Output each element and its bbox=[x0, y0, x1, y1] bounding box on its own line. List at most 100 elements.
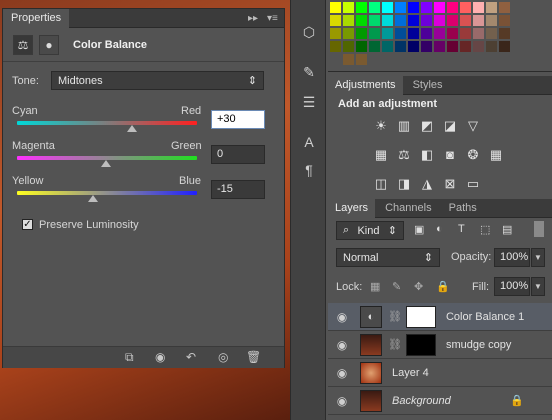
mask-icon[interactable]: ● bbox=[39, 34, 59, 55]
yellow-blue-thumb[interactable] bbox=[88, 195, 98, 202]
color-swatch[interactable] bbox=[343, 54, 354, 65]
color-swatch[interactable] bbox=[369, 28, 380, 39]
link-icon[interactable]: ⛓ bbox=[388, 310, 402, 323]
color-swatch[interactable] bbox=[395, 41, 406, 52]
filter-shape-icon[interactable]: ⬚ bbox=[480, 223, 490, 236]
clip-to-layer-icon[interactable]: ⧉ bbox=[125, 350, 134, 365]
color-swatch[interactable] bbox=[343, 41, 354, 52]
eye-icon[interactable]: ◉ bbox=[328, 366, 356, 380]
layer-row[interactable]: ◉ Layer 4 bbox=[328, 359, 552, 387]
tab-properties[interactable]: Properties bbox=[3, 9, 70, 28]
layer-row[interactable]: ◉ ⛓ smudge copy bbox=[328, 331, 552, 359]
color-swatch[interactable] bbox=[499, 2, 510, 13]
color-swatch[interactable] bbox=[447, 28, 458, 39]
color-swatch[interactable] bbox=[343, 2, 354, 13]
color-swatch[interactable] bbox=[421, 41, 432, 52]
color-swatch[interactable] bbox=[382, 41, 393, 52]
color-swatch[interactable] bbox=[395, 15, 406, 26]
tab-paths[interactable]: Paths bbox=[442, 199, 484, 218]
color-swatch[interactable] bbox=[330, 2, 341, 13]
lock-brush-icon[interactable]: ✎ bbox=[392, 280, 401, 293]
layer-name[interactable]: smudge copy bbox=[446, 339, 511, 351]
color-swatch[interactable] bbox=[330, 15, 341, 26]
filter-pixel-icon[interactable]: ▣ bbox=[414, 223, 424, 236]
reset-icon[interactable]: ↶ bbox=[186, 350, 196, 364]
opacity-input[interactable]: 100% bbox=[494, 248, 530, 267]
magenta-green-thumb[interactable] bbox=[101, 160, 111, 167]
opacity-dropdown-icon[interactable]: ▼ bbox=[531, 248, 545, 267]
color-swatch[interactable] bbox=[382, 2, 393, 13]
color-swatch[interactable] bbox=[408, 15, 419, 26]
color-swatch[interactable] bbox=[421, 28, 432, 39]
color-swatch[interactable] bbox=[460, 15, 471, 26]
character-icon[interactable]: A bbox=[291, 134, 327, 150]
color-swatch[interactable] bbox=[408, 28, 419, 39]
posterize-icon[interactable]: ◨ bbox=[395, 176, 413, 192]
color-swatch[interactable] bbox=[343, 28, 354, 39]
color-swatch[interactable] bbox=[343, 15, 354, 26]
color-balance-icon[interactable]: ⚖ bbox=[395, 147, 413, 163]
color-swatch[interactable] bbox=[473, 28, 484, 39]
channel-mixer-icon[interactable]: ❂ bbox=[464, 147, 482, 163]
color-swatch[interactable] bbox=[356, 54, 367, 65]
color-swatch[interactable] bbox=[447, 2, 458, 13]
color-lookup-icon[interactable]: ▦ bbox=[487, 147, 505, 163]
color-swatch[interactable] bbox=[408, 2, 419, 13]
color-swatch[interactable] bbox=[473, 41, 484, 52]
levels-icon[interactable]: ▥ bbox=[395, 118, 413, 134]
layer-name[interactable]: Layer 4 bbox=[392, 367, 429, 379]
color-swatch[interactable] bbox=[499, 15, 510, 26]
color-swatch[interactable] bbox=[395, 2, 406, 13]
lock-all-icon[interactable]: 🔒 bbox=[436, 280, 450, 293]
tab-styles[interactable]: Styles bbox=[406, 76, 450, 95]
blend-mode-select[interactable]: Normal ⇕ bbox=[336, 248, 440, 267]
yellow-blue-slider[interactable] bbox=[17, 191, 197, 195]
color-swatch[interactable] bbox=[486, 15, 497, 26]
fill-dropdown-icon[interactable]: ▼ bbox=[531, 277, 545, 296]
color-swatch[interactable] bbox=[434, 28, 445, 39]
layer-filter-select[interactable]: ⌕ Kind ⇕ bbox=[336, 221, 404, 240]
threshold-icon[interactable]: ◮ bbox=[418, 176, 436, 192]
yellow-blue-input[interactable]: -15 bbox=[211, 180, 265, 199]
invert-icon[interactable]: ◫ bbox=[372, 176, 390, 192]
paragraph-icon[interactable]: ¶ bbox=[291, 162, 327, 178]
color-swatch[interactable] bbox=[486, 28, 497, 39]
color-swatch[interactable] bbox=[434, 41, 445, 52]
brush-preset-icon[interactable]: ☰ bbox=[291, 94, 327, 111]
color-swatch[interactable] bbox=[382, 15, 393, 26]
color-swatch[interactable] bbox=[369, 41, 380, 52]
eye-icon[interactable]: ◉ bbox=[328, 338, 356, 352]
selective-color-icon[interactable]: ⊠ bbox=[441, 176, 459, 192]
scales-icon[interactable]: ⚖ bbox=[13, 34, 33, 55]
color-swatch[interactable] bbox=[460, 41, 471, 52]
color-swatch[interactable] bbox=[369, 15, 380, 26]
link-icon[interactable]: ⛓ bbox=[388, 338, 402, 351]
tab-layers[interactable]: Layers bbox=[328, 199, 376, 218]
filter-smart-icon[interactable]: ▤ bbox=[502, 223, 512, 236]
color-swatch[interactable] bbox=[434, 15, 445, 26]
color-swatch[interactable] bbox=[330, 28, 341, 39]
black-white-icon[interactable]: ◧ bbox=[418, 147, 436, 163]
color-swatch[interactable] bbox=[434, 2, 445, 13]
color-swatch[interactable] bbox=[369, 2, 380, 13]
tone-select[interactable]: Midtones ⇕ bbox=[51, 71, 264, 90]
preserve-checkbox[interactable]: ✓ bbox=[22, 219, 33, 230]
hue-saturation-icon[interactable]: ▦ bbox=[372, 147, 390, 163]
color-swatch[interactable] bbox=[460, 2, 471, 13]
color-swatch[interactable] bbox=[421, 15, 432, 26]
color-swatch[interactable] bbox=[356, 28, 367, 39]
cyan-red-input[interactable]: +30 bbox=[211, 110, 265, 129]
color-swatch[interactable] bbox=[473, 15, 484, 26]
view-previous-icon[interactable]: ◉ bbox=[155, 350, 165, 364]
layer-name[interactable]: Color Balance 1 bbox=[446, 311, 524, 323]
brightness-contrast-icon[interactable]: ☀ bbox=[372, 118, 390, 134]
3d-icon[interactable]: ⬡ bbox=[291, 24, 327, 41]
filter-type-icon[interactable]: T bbox=[458, 223, 465, 235]
color-swatch[interactable] bbox=[447, 41, 458, 52]
color-swatch[interactable] bbox=[460, 28, 471, 39]
color-swatch[interactable] bbox=[356, 2, 367, 13]
color-swatch[interactable] bbox=[382, 28, 393, 39]
layer-mask-thumbnail[interactable] bbox=[405, 305, 436, 328]
layer-row[interactable]: ◉ ◐ ⛓ Color Balance 1 bbox=[328, 303, 552, 331]
cyan-red-thumb[interactable] bbox=[127, 125, 137, 132]
